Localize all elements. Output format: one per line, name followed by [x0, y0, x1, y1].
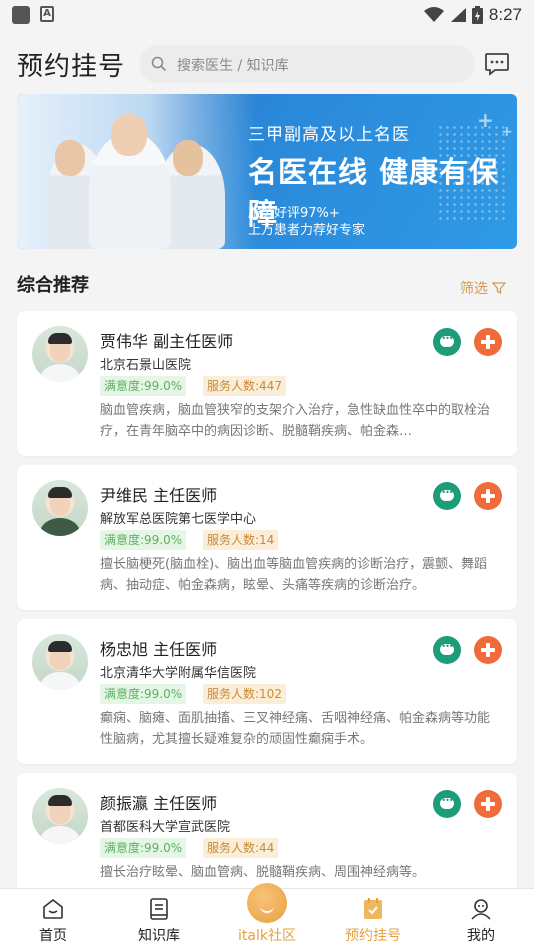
medical-plus-icon[interactable]: [474, 482, 502, 510]
community-icon[interactable]: [247, 883, 287, 923]
tab-label: 我的: [467, 928, 495, 944]
home-icon: [43, 898, 63, 919]
clock: 8:27: [488, 5, 522, 24]
served-count-badge: 服务人数:14: [203, 530, 279, 550]
search-icon: [151, 56, 167, 72]
doctor-hospital: 北京清华大学附属华信医院: [100, 666, 257, 681]
filter-label: 筛选: [460, 281, 488, 297]
signal-icon: [450, 8, 466, 22]
satisfaction-badge: 满意度:99.0%: [100, 684, 187, 704]
book-icon: [150, 898, 168, 920]
page-title: 预约挂号: [17, 52, 126, 82]
plus-decoration: +: [477, 108, 494, 132]
section-title: 综合推荐: [17, 275, 89, 296]
satisfaction-badge: 满意度:99.0%: [100, 530, 187, 550]
status-right: 8:27: [423, 3, 522, 27]
doctor-card[interactable]: 尹维民 主任医师 解放军总医院第七医学中心 满意度:99.0% 服务人数:14 …: [17, 465, 517, 610]
doctor-card[interactable]: 杨忠旭 主任医师 北京清华大学附属华信医院 满意度:99.0% 服务人数:102…: [17, 619, 517, 764]
satisfaction-badge: 满意度:99.0%: [100, 838, 187, 858]
served-count-badge: 服务人数:102: [203, 684, 286, 704]
search-input[interactable]: 搜索医生 / 知识库: [139, 45, 475, 83]
consult-chat-icon[interactable]: [433, 636, 461, 664]
doctor-avatar: [32, 480, 88, 536]
consult-chat-icon[interactable]: [433, 482, 461, 510]
tab-profile[interactable]: 我的: [428, 889, 534, 950]
doctor-avatar: [32, 788, 88, 844]
tab-label: 预约挂号: [345, 928, 401, 944]
keyboard-icon: A: [40, 6, 54, 22]
doctor-avatar: [32, 326, 88, 382]
doctor-face: [111, 114, 147, 156]
wifi-icon: [423, 7, 444, 22]
tab-label: italk社区: [238, 928, 296, 944]
doctor-description: 癫痫、脑瘫、面肌抽搐、三叉神经痛、舌咽神经痛、帕金森病等功能性脑病，尤其擅长疑难…: [100, 711, 491, 747]
tab-home[interactable]: 首页: [0, 889, 106, 950]
medical-plus-icon[interactable]: [474, 636, 502, 664]
promo-banner[interactable]: + + 三甲副高及以上名医 名医在线 健康有保障 服务好评97%+ 上万患者力荐…: [17, 94, 517, 249]
search-placeholder: 搜索医生 / 知识库: [177, 58, 289, 74]
tab-knowledge[interactable]: 知识库: [106, 889, 212, 950]
medical-plus-icon[interactable]: [474, 790, 502, 818]
notification-icon: [12, 6, 30, 24]
doctor-description: 脑血管疾病，脑血管狭窄的支架介入治疗，急性缺血性卒中的取栓治疗，在青年脑卒中的病…: [100, 403, 491, 439]
doctor-hospital: 首都医科大学宣武医院: [100, 820, 231, 835]
medical-plus-icon[interactable]: [474, 328, 502, 356]
tab-label: 知识库: [138, 928, 180, 944]
message-icon[interactable]: [484, 52, 510, 76]
doctor-description: 擅长脑梗死(脑血栓)、脑出血等脑血管疾病的诊断治疗，震颤、舞蹈病、抽动症、帕金森…: [100, 557, 488, 593]
served-count-badge: 服务人数:44: [203, 838, 279, 858]
consult-chat-icon[interactable]: [433, 328, 461, 356]
profile-icon: [471, 899, 491, 920]
battery-icon: [471, 6, 483, 24]
consult-chat-icon[interactable]: [433, 790, 461, 818]
doctor-face: [173, 140, 203, 176]
header: 预约挂号 搜索医生 / 知识库: [0, 40, 534, 88]
doctor-name: 贾伟华 副主任医师: [100, 332, 234, 351]
served-count-badge: 服务人数:447: [203, 376, 286, 396]
banner-line1: 三甲副高及以上名医: [248, 125, 410, 145]
doctor-avatar: [32, 634, 88, 690]
satisfaction-badge: 满意度:99.0%: [100, 376, 187, 396]
doctor-name: 杨忠旭 主任医师: [100, 640, 218, 659]
doctor-hospital: 解放军总医院第七医学中心: [100, 512, 257, 527]
doctor-hospital: 北京石景山医院: [100, 358, 192, 373]
bottom-tab-bar: 首页 知识库 italk社区 预约挂号 我的: [0, 883, 534, 950]
filter-button[interactable]: 筛选: [460, 278, 506, 298]
doctor-card[interactable]: 贾伟华 副主任医师 北京石景山医院 满意度:99.0% 服务人数:447 脑血管…: [17, 311, 517, 456]
plus-decoration: +: [501, 124, 513, 140]
doctor-name: 颜振瀛 主任医师: [100, 794, 218, 813]
appointment-icon: [364, 898, 382, 919]
doctor-name: 尹维民 主任医师: [100, 486, 218, 505]
doctor-face: [55, 140, 85, 176]
filter-icon: [492, 282, 506, 295]
status-bar: A 8:27: [0, 0, 534, 30]
banner-line4: 上万患者力荐好专家: [248, 223, 366, 238]
tab-label: 首页: [39, 928, 67, 944]
tab-appointment[interactable]: 预约挂号: [320, 889, 426, 950]
